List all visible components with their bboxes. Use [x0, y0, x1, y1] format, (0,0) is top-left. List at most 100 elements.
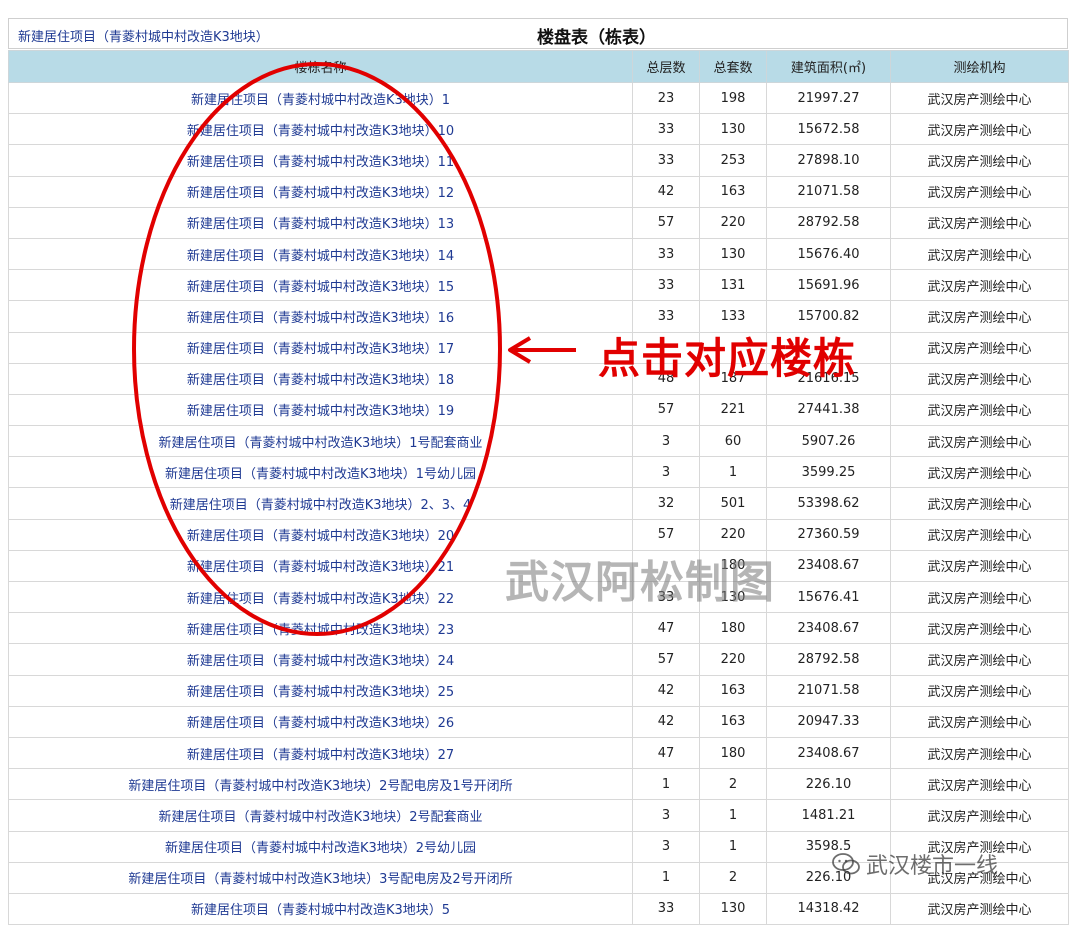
- building-name-cell: 新建居住项目（青菱村城中村改造K3地块）14: [8, 237, 633, 271]
- building-name-cell: 新建居住项目（青菱村城中村改造K3地块）2号配套商业: [8, 799, 633, 832]
- floors-cell: 57: [632, 206, 700, 239]
- building-link[interactable]: 新建居住项目（青菱村城中村改造K3地块）14: [187, 249, 454, 264]
- building-link[interactable]: 新建居住项目（青菱村城中村改造K3地块）1: [191, 93, 450, 108]
- building-link[interactable]: 新建居住项目（青菱村城中村改造K3地块）3号配电房及2号开闭所: [128, 872, 512, 887]
- table-body: 新建居住项目（青菱村城中村改造K3地块）1 23 198 21997.27 武汉房产测绘…: [8, 81, 1069, 925]
- building-link[interactable]: 新建居住项目（青菱村城中村改造K3地块）21: [187, 560, 454, 575]
- building-link[interactable]: 新建居住项目（青菱村城中村改造K3地块）13: [187, 217, 454, 232]
- project-link[interactable]: 新建居住项目（青菱村城中村改造K3地块）: [18, 26, 269, 45]
- area-cell: 1481.21: [766, 799, 891, 832]
- building-link[interactable]: 新建居住项目（青菱村城中村改造K3地块）2号配电房及1号开闭所: [128, 779, 512, 794]
- area-cell: 226.10: [766, 861, 891, 894]
- area-cell: 53398.62: [766, 487, 891, 520]
- table-row: 新建居住项目（青菱村城中村改造K3地块）10 33 130 15672.58 武汉房产测…: [8, 113, 1069, 146]
- building-name-cell: 新建居住项目（青菱村城中村改造K3地块）21: [8, 549, 633, 583]
- page-title: 楼盘表（栋表）: [537, 28, 656, 48]
- org-cell: 武汉房产测绘中心: [890, 518, 1069, 551]
- org-cell: 武汉房产测绘中心: [890, 705, 1069, 738]
- org-cell: 武汉房产测绘中心: [890, 206, 1069, 239]
- units-cell: 1: [699, 456, 767, 489]
- building-name-cell: 新建居住项目（青菱村城中村改造K3地块）10: [8, 113, 633, 146]
- building-link[interactable]: 新建居住项目（青菱村城中村改造K3地块）27: [187, 748, 454, 763]
- floors-cell: 42: [632, 674, 700, 707]
- units-cell: 1: [699, 799, 767, 832]
- units-cell: 163: [699, 674, 767, 707]
- building-link[interactable]: 新建居住项目（青菱村城中村改造K3地块）18: [187, 373, 454, 388]
- units-cell: 220: [699, 518, 767, 551]
- org-cell: 武汉房产测绘中心: [890, 612, 1069, 645]
- org-cell: 武汉房产测绘中心: [890, 768, 1069, 801]
- building-link[interactable]: 新建居住项目（青菱村城中村改造K3地块）2、3、4: [170, 498, 472, 513]
- building-link[interactable]: 新建居住项目（青菱村城中村改造K3地块）2号配套商业: [158, 810, 482, 825]
- org-cell: 武汉房产测绘中心: [890, 487, 1069, 520]
- floors-cell: 23: [632, 81, 700, 115]
- units-cell: 221: [699, 393, 767, 427]
- building-name-cell: 新建居住项目（青菱村城中村改造K3地块）27: [8, 736, 633, 770]
- table-row: 新建居住项目（青菱村城中村改造K3地块）5 33 130 14318.42 武汉房产测绘…: [8, 892, 1069, 925]
- building-link[interactable]: 新建居住项目（青菱村城中村改造K3地块）23: [187, 623, 454, 638]
- building-link[interactable]: 新建居住项目（青菱村城中村改造K3地块）1号配套商业: [158, 436, 482, 451]
- units-cell: 2: [699, 861, 767, 894]
- building-link[interactable]: 新建居住项目（青菱村城中村改造K3地块）15: [187, 280, 454, 295]
- area-cell: 28792.58: [766, 206, 891, 239]
- units-cell: 220: [699, 643, 767, 676]
- building-link[interactable]: 新建居住项目（青菱村城中村改造K3地块）20: [187, 529, 454, 544]
- org-cell: 武汉房产测绘中心: [890, 830, 1069, 863]
- floors-cell: 3: [632, 425, 700, 458]
- table-row: 新建居住项目（青菱村城中村改造K3地块）17 武汉房产测绘中心: [8, 331, 1069, 364]
- building-link[interactable]: 新建居住项目（青菱村城中村改造K3地块）16: [187, 311, 454, 326]
- table-row: 新建居住项目（青菱村城中村改造K3地块）19 57 221 27441.38 武汉房产测…: [8, 393, 1069, 427]
- org-cell: 武汉房产测绘中心: [890, 237, 1069, 271]
- area-cell: [766, 331, 891, 364]
- units-cell: 180: [699, 736, 767, 770]
- table-row: 新建居住项目（青菱村城中村改造K3地块）15 33 131 15691.96 武汉房产测…: [8, 269, 1069, 302]
- area-cell: 15691.96: [766, 269, 891, 302]
- org-cell: 武汉房产测绘中心: [890, 269, 1069, 302]
- table-row: 新建居住项目（青菱村城中村改造K3地块）13 57 220 28792.58 武汉房产测…: [8, 206, 1069, 239]
- building-link[interactable]: 新建居住项目（青菱村城中村改造K3地块）25: [187, 685, 454, 700]
- units-cell: 163: [699, 175, 767, 208]
- column-header-area: 建筑面积(㎡): [766, 50, 891, 83]
- building-table: 楼栋名称 总层数 总套数 建筑面积(㎡) 测绘机构 新建居住项目（青菱村城中村改…: [8, 50, 1069, 925]
- area-cell: 15676.41: [766, 580, 891, 614]
- area-cell: 14318.42: [766, 892, 891, 925]
- building-link[interactable]: 新建居住项目（青菱村城中村改造K3地块）2号幼儿园: [165, 841, 476, 856]
- area-cell: 226.10: [766, 768, 891, 801]
- building-name-cell: 新建居住项目（青菱村城中村改造K3地块）20: [8, 518, 633, 551]
- building-link[interactable]: 新建居住项目（青菱村城中村改造K3地块）19: [187, 404, 454, 419]
- building-name-cell: 新建居住项目（青菱村城中村改造K3地块）23: [8, 612, 633, 645]
- building-link[interactable]: 新建居住项目（青菱村城中村改造K3地块）10: [187, 124, 454, 139]
- org-cell: 武汉房产测绘中心: [890, 580, 1069, 614]
- units-cell: 163: [699, 705, 767, 738]
- floors-cell: [632, 549, 700, 583]
- area-cell: 27898.10: [766, 144, 891, 177]
- floors-cell: 42: [632, 705, 700, 738]
- building-link[interactable]: 新建居住项目（青菱村城中村改造K3地块）26: [187, 716, 454, 731]
- building-link[interactable]: 新建居住项目（青菱村城中村改造K3地块）24: [187, 654, 454, 669]
- table-row: 新建居住项目（青菱村城中村改造K3地块）2号配电房及1号开闭所 1 2 226.10 武…: [8, 768, 1069, 801]
- floors-cell: 47: [632, 612, 700, 645]
- org-cell: 武汉房产测绘中心: [890, 736, 1069, 770]
- building-link[interactable]: 新建居住项目（青菱村城中村改造K3地块）17: [187, 342, 454, 357]
- building-link[interactable]: 新建居住项目（青菱村城中村改造K3地块）22: [187, 592, 454, 607]
- floors-cell: 48: [632, 362, 700, 395]
- building-name-cell: 新建居住项目（青菱村城中村改造K3地块）1: [8, 81, 633, 115]
- building-link[interactable]: 新建居住项目（青菱村城中村改造K3地块）5: [191, 903, 450, 918]
- building-name-cell: 新建居住项目（青菱村城中村改造K3地块）1号幼儿园: [8, 456, 633, 489]
- units-cell: 130: [699, 580, 767, 614]
- org-cell: 武汉房产测绘中心: [890, 331, 1069, 364]
- org-cell: 武汉房产测绘中心: [890, 362, 1069, 395]
- table-row: 新建居住项目（青菱村城中村改造K3地块）2号幼儿园 3 1 3598.5 武汉房产测绘中…: [8, 830, 1069, 863]
- org-cell: 武汉房产测绘中心: [890, 113, 1069, 146]
- units-cell: 501: [699, 487, 767, 520]
- table-row: 新建居住项目（青菱村城中村改造K3地块）23 47 180 23408.67 武汉房产测…: [8, 612, 1069, 645]
- units-cell: 131: [699, 269, 767, 302]
- units-cell: 130: [699, 237, 767, 271]
- column-header-units: 总套数: [699, 50, 767, 83]
- units-cell: 60: [699, 425, 767, 458]
- building-link[interactable]: 新建居住项目（青菱村城中村改造K3地块）12: [187, 186, 454, 201]
- building-name-cell: 新建居住项目（青菱村城中村改造K3地块）26: [8, 705, 633, 738]
- building-link[interactable]: 新建居住项目（青菱村城中村改造K3地块）1号幼儿园: [165, 467, 476, 482]
- building-link[interactable]: 新建居住项目（青菱村城中村改造K3地块）11: [187, 155, 454, 170]
- table-row: 新建居住项目（青菱村城中村改造K3地块）14 33 130 15676.40 武汉房产测…: [8, 237, 1069, 271]
